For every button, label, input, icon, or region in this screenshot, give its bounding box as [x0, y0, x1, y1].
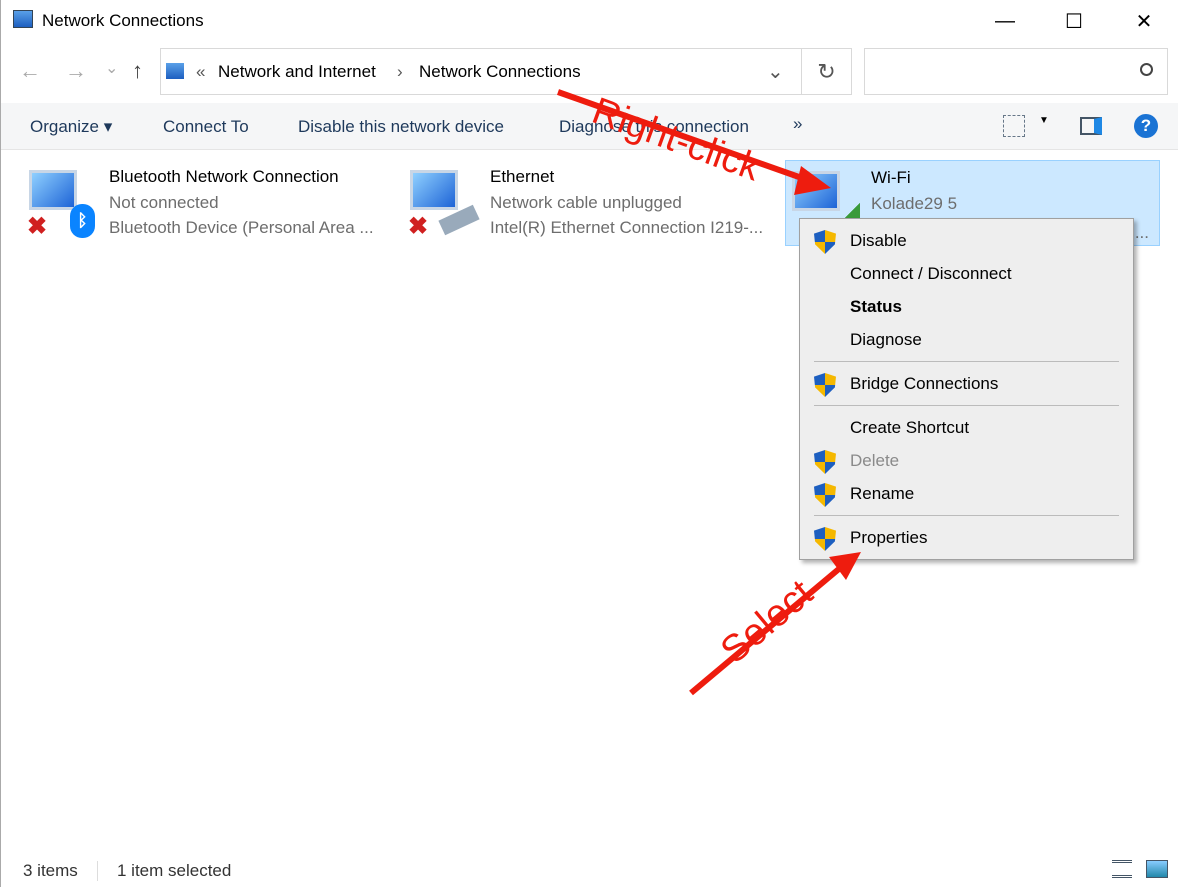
divider [97, 861, 98, 881]
large-icons-view-icon[interactable] [1146, 860, 1168, 878]
status-bar: 3 items 1 item selected [1, 855, 1178, 887]
item-count: 3 items [23, 861, 78, 880]
annotation-arrows [557, 89, 861, 696]
details-view-icon[interactable] [1112, 860, 1132, 878]
selection-count: 1 item selected [117, 861, 232, 880]
